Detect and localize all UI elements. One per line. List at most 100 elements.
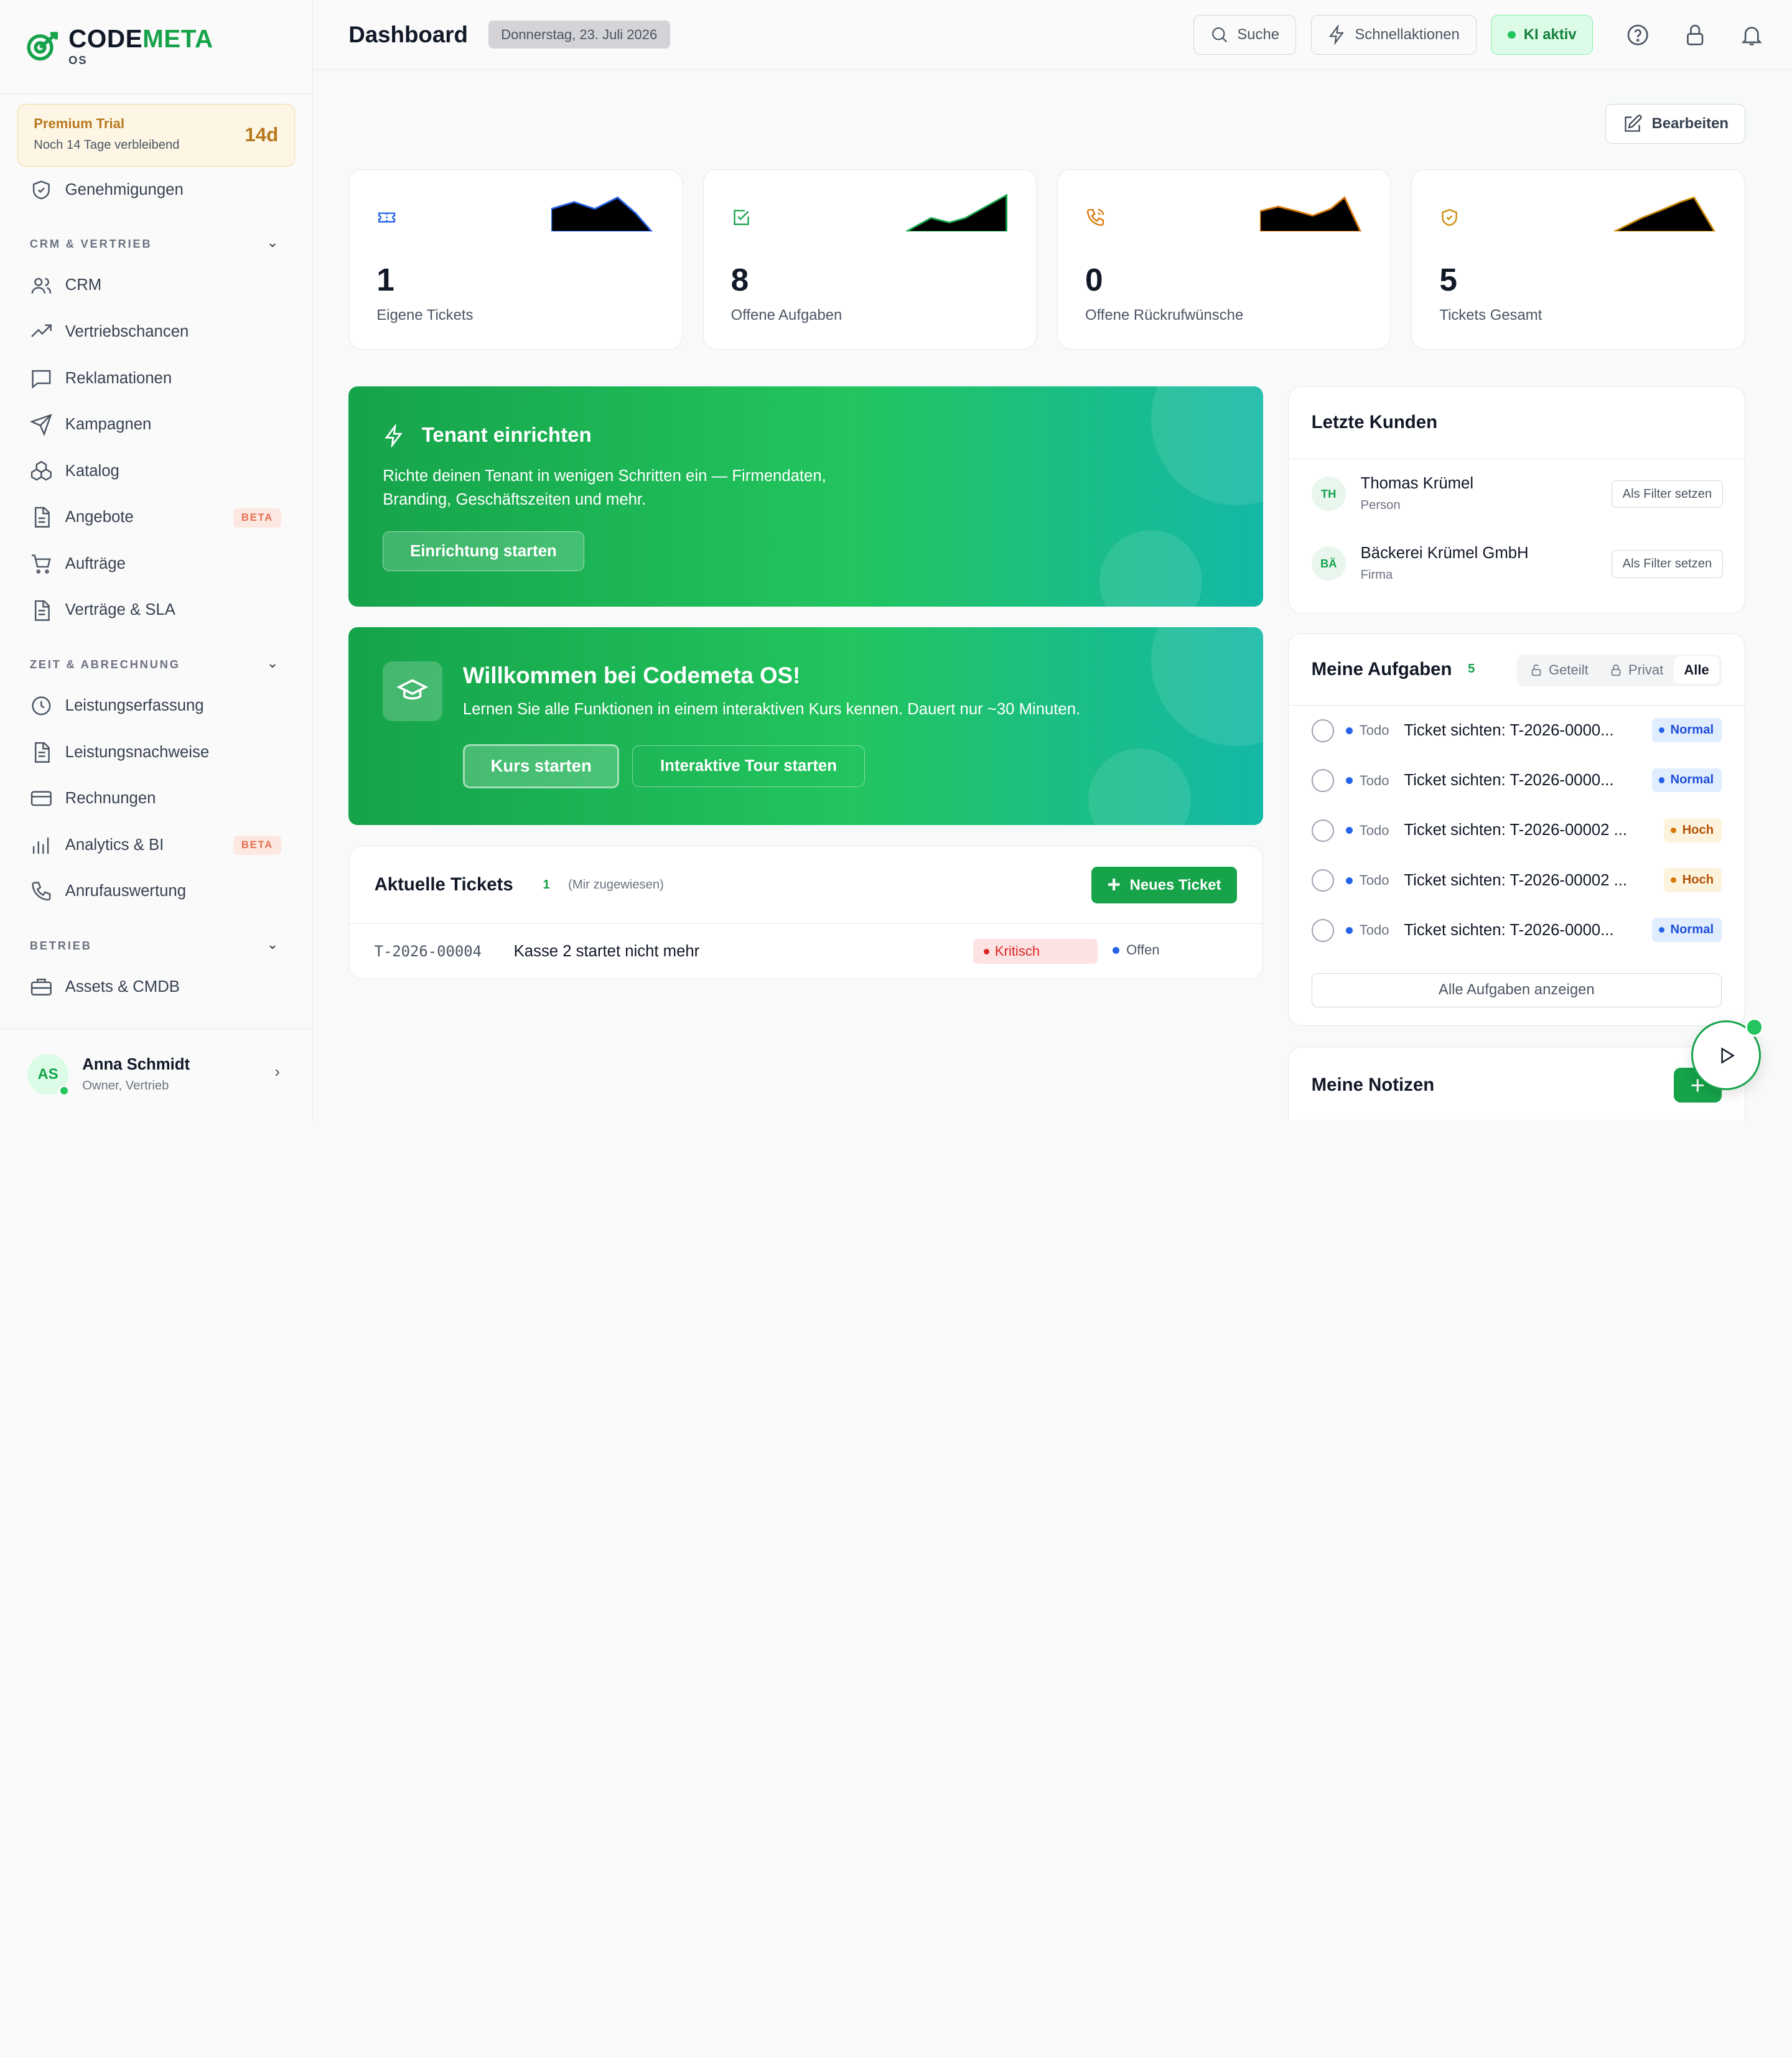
sidebar-item-reklamationen[interactable]: Reklamationen [0, 355, 312, 402]
sidebar-item-analytics-bi[interactable]: Analytics & BI BETA [0, 822, 312, 869]
kpi-label: Offene Aufgaben [730, 307, 842, 324]
sidebar: CODEMETA OS Premium Trial Noch 14 Tage v… [0, 0, 314, 1120]
file-icon [34, 507, 50, 528]
kpi-card-eigene-tickets[interactable]: 1 Eigene Tickets [348, 169, 683, 350]
avatar-initials: AS [37, 1065, 58, 1083]
quick-actions-button[interactable]: Schnellaktionen [1310, 14, 1477, 55]
table-row[interactable]: T-2026-00004 Kasse 2 startet nicht mehr … [349, 924, 1262, 979]
play-icon [1721, 1047, 1735, 1064]
task-checkbox[interactable] [1311, 869, 1335, 892]
task-checkbox[interactable] [1311, 919, 1335, 942]
shield-check-icon [32, 180, 50, 200]
filter-all[interactable]: Alle [1673, 656, 1720, 684]
sidebar-item-kampagnen[interactable]: Kampagnen [0, 401, 312, 448]
list-item[interactable]: Todo Ticket sichten: T-2026-00002 ... Ho… [1289, 856, 1745, 905]
section-label: CRM & VERTRIEB [29, 237, 152, 251]
new-ticket-button[interactable]: + Neues Ticket [1091, 867, 1238, 903]
lock-icon[interactable] [1682, 22, 1707, 47]
lock-icon [1611, 665, 1621, 676]
chevron-down-icon: ⌄ [266, 936, 280, 952]
send-icon [29, 414, 52, 437]
list-item[interactable]: TH Thomas Krümel Person Als Filter setze… [1289, 459, 1745, 529]
ticket-id: T-2026-00004 [374, 943, 482, 961]
decorative-circle [1088, 749, 1191, 826]
show-all-tasks-button[interactable]: Alle Aufgaben anzeigen [1311, 973, 1722, 1007]
page-title: Dashboard [348, 21, 468, 47]
task-checkbox[interactable] [1311, 819, 1335, 842]
chevron-down-icon: ⌄ [266, 655, 280, 671]
brand-logo[interactable]: CODEMETA OS [0, 0, 313, 94]
filter-shared[interactable]: Geteilt [1519, 656, 1598, 684]
users-icon [31, 278, 51, 294]
sidebar-item-vertriebschancen[interactable]: Vertriebschancen [0, 309, 312, 355]
sidebar-item-auftraege[interactable]: Aufträge [0, 541, 312, 587]
sidebar-item-katalog[interactable]: Katalog [0, 448, 312, 495]
card-title: Meine Aufgaben [1311, 658, 1452, 679]
edit-button[interactable]: Bearbeiten [1605, 104, 1745, 144]
section-betrieb[interactable]: BETRIEB ⌄ [0, 915, 312, 964]
task-title: Ticket sichten: T-2026-0000... [1404, 921, 1614, 939]
sidebar-item-angebote[interactable]: Angebote BETA [0, 495, 312, 541]
sidebar-item-assets-cmdb[interactable]: Assets & CMDB [0, 964, 312, 1010]
user-role: Owner, Vertrieb [82, 1078, 169, 1093]
sidebar-item-label: Genehmigungen [65, 180, 184, 198]
edit-label: Bearbeiten [1651, 115, 1729, 133]
trial-title: Premium Trial [34, 116, 124, 132]
logo-icon [27, 32, 58, 61]
card-title: Letzte Kunden [1311, 412, 1438, 433]
start-course-button[interactable]: Kurs starten [462, 744, 620, 789]
file-text-icon [34, 742, 50, 763]
section-label: ZEIT & ABRECHNUNG [29, 657, 180, 671]
sidebar-item-label: Angebote [65, 508, 134, 526]
list-item[interactable]: Todo Ticket sichten: T-2026-0000... Norm… [1289, 755, 1745, 805]
ticket-count: 1 [543, 877, 550, 892]
ai-status-button[interactable]: KI aktiv [1491, 14, 1594, 55]
decorative-circle [1099, 530, 1203, 607]
sidebar-item-rechnungen[interactable]: Rechnungen [0, 775, 312, 822]
main-content: Dashboard Donnerstag, 23. Juli 2026 Such… [313, 0, 1792, 1120]
kpi-card-tickets-gesamt[interactable]: 5 Tickets Gesamt [1411, 169, 1745, 350]
list-item[interactable]: BÄ Bäckerei Krümel GmbH Firma Als Filter… [1289, 529, 1745, 599]
date-badge: Donnerstag, 23. Juli 2026 [488, 21, 670, 49]
kpi-card-rueckrufwuensche[interactable]: 0 Offene Rückrufwünsche [1057, 169, 1391, 350]
task-checkbox[interactable] [1311, 719, 1335, 742]
task-checkbox[interactable] [1311, 769, 1335, 792]
bell-icon[interactable] [1739, 22, 1764, 47]
list-item[interactable]: Todo Ticket sichten: T-2026-0000... Norm… [1289, 905, 1745, 955]
task-state: Todo [1345, 872, 1404, 889]
start-setup-button[interactable]: Einrichtung starten [383, 531, 584, 572]
help-icon[interactable] [1625, 22, 1650, 47]
premium-trial-card[interactable]: Premium Trial Noch 14 Tage verbleibend 1… [17, 104, 295, 167]
section-label: BETRIEB [29, 938, 92, 952]
sparkline [905, 193, 1007, 231]
sidebar-item-label: Verträge & SLA [65, 601, 175, 619]
sidebar-item-label: Analytics & BI [65, 836, 164, 854]
top-bar: Dashboard Donnerstag, 23. Juli 2026 Such… [313, 0, 1792, 70]
trial-days: 14d [245, 124, 279, 146]
list-item[interactable]: Todo Ticket sichten: T-2026-00002 ... Ho… [1289, 806, 1745, 856]
sidebar-item-leistungserfassung[interactable]: Leistungserfassung [0, 683, 312, 729]
set-filter-button[interactable]: Als Filter setzen [1612, 550, 1723, 578]
my-notes-card: Meine Notizen + [1287, 1047, 1745, 1120]
sidebar-item-vertraege-sla[interactable]: Verträge & SLA [0, 587, 312, 634]
section-zeit-abrechnung[interactable]: ZEIT & ABRECHNUNG ⌄ [0, 633, 312, 683]
sidebar-item-genehmigungen[interactable]: Genehmigungen [0, 167, 312, 213]
filter-private[interactable]: Privat [1598, 656, 1674, 684]
decorative-circle [1150, 386, 1263, 505]
sidebar-item-crm[interactable]: CRM [0, 263, 312, 309]
sidebar-item-leistungsnachweise[interactable]: Leistungsnachweise [0, 729, 312, 776]
task-count: 5 [1468, 662, 1475, 676]
shield-check-icon [1442, 209, 1458, 226]
user-profile[interactable]: AS Anna Schmidt Owner, Vertrieb › [0, 1028, 312, 1120]
sidebar-item-label: Leistungserfassung [65, 696, 204, 714]
sidebar-item-label: Leistungsnachweise [65, 743, 210, 761]
section-crm-vertrieb[interactable]: CRM & VERTRIEB ⌄ [0, 213, 312, 263]
list-item[interactable]: Todo Ticket sichten: T-2026-0000... Norm… [1289, 706, 1745, 755]
beta-badge: BETA [233, 508, 281, 528]
online-status-dot [58, 1084, 70, 1096]
start-tour-button[interactable]: Interaktive Tour starten [632, 745, 866, 788]
sidebar-item-anrufauswertung[interactable]: Anrufauswertung [0, 868, 312, 915]
set-filter-button[interactable]: Als Filter setzen [1612, 480, 1723, 508]
search-button[interactable]: Suche [1193, 14, 1296, 55]
kpi-card-offene-aufgaben[interactable]: 8 Offene Aufgaben [702, 169, 1037, 350]
